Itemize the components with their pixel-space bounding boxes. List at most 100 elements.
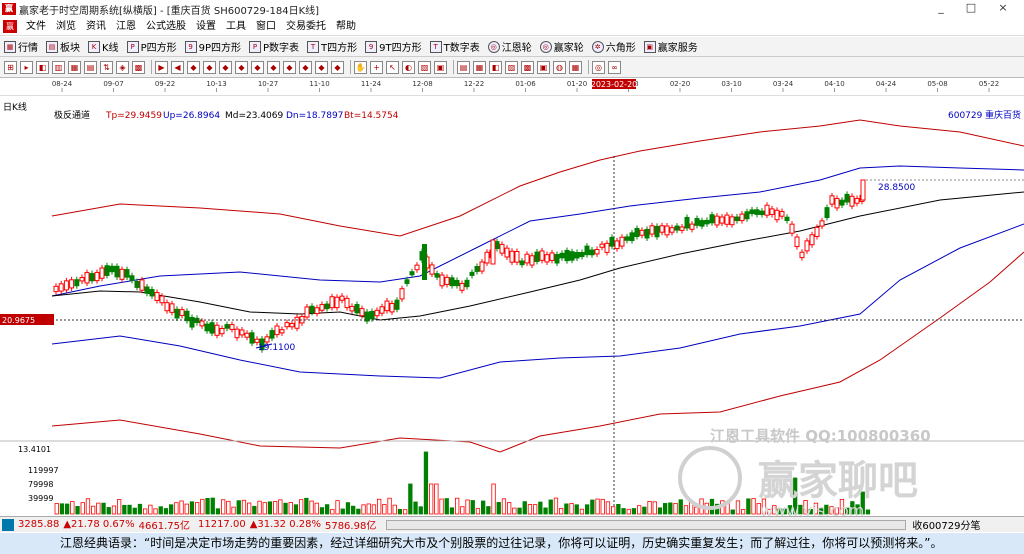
- candle-body: [674, 225, 680, 231]
- volume-bar: [361, 504, 366, 515]
- draw-tool-37-button[interactable]: ∞: [608, 60, 621, 74]
- status-message: 收600729分笔: [912, 521, 981, 532]
- volume-bar: [80, 502, 85, 515]
- draw-tool-28-button[interactable]: ▤: [457, 60, 470, 74]
- candle-body: [274, 325, 280, 336]
- draw-tool-29-button[interactable]: ▦: [473, 60, 486, 74]
- draw-tool-32-button[interactable]: ▩: [521, 60, 534, 74]
- draw-tool-31-button[interactable]: ▨: [505, 60, 518, 74]
- draw-tool-36-button[interactable]: ◎: [592, 60, 605, 74]
- chart-group: 日K线极反通道 Tp=29.9459 Up=26.8964 Md=23.4069 Dn=…: [0, 101, 1024, 520]
- draw-tool-20-button[interactable]: ◆: [315, 60, 328, 74]
- menu-file[interactable]: 文件: [21, 18, 51, 36]
- draw-tool-16-button[interactable]: ◆: [251, 60, 264, 74]
- t-square-button[interactable]: T T四方形: [307, 39, 357, 54]
- p-number-table-button[interactable]: P P数字表: [249, 39, 299, 54]
- volume-bar: [475, 508, 481, 515]
- menu-info[interactable]: 资讯: [81, 18, 111, 36]
- draw-tool-35-button[interactable]: ▦: [569, 60, 582, 74]
- winner-wheel-button[interactable]: ◎ 赢家轮: [539, 39, 584, 54]
- t-table-icon: T: [429, 40, 442, 53]
- draw-tool-9-button[interactable]: ▩: [132, 60, 145, 74]
- minimize-button[interactable]: _: [926, 0, 956, 18]
- chart-canvas[interactable]: 日K线极反通道 Tp=29.9459 Up=26.8964 Md=23.4069 Dn=…: [0, 96, 1024, 520]
- quote-button[interactable]: ▦ 行情: [4, 39, 38, 54]
- menu-settings[interactable]: 设置: [191, 18, 221, 36]
- draw-tool-8-button[interactable]: ◈: [116, 60, 129, 74]
- status-scrollbar[interactable]: [386, 519, 907, 530]
- menu-window[interactable]: 窗口: [251, 18, 281, 36]
- indicator-value: Up=26.8964: [163, 111, 220, 121]
- volume-bar: [491, 483, 496, 515]
- draw-tool-27-button[interactable]: ▣: [434, 60, 447, 74]
- winner-wheel-label: 赢家轮: [553, 43, 584, 54]
- gann-wheel-button[interactable]: ◎ 江恩轮: [487, 39, 532, 54]
- winner-wheel-icon: ◎: [539, 40, 552, 53]
- candle-body: [764, 204, 770, 216]
- t-number-table-label: T数字表: [443, 43, 480, 54]
- menu-tools[interactable]: 工具: [221, 18, 251, 36]
- draw-tool-11-button[interactable]: ◀: [171, 60, 184, 74]
- volume-bar: [387, 497, 392, 515]
- volume-bar: [127, 504, 132, 515]
- draw-tool-2-button[interactable]: ▸: [20, 60, 33, 74]
- 9t-square-button[interactable]: 9 9T四方形: [365, 39, 422, 54]
- draw-tool-12-button[interactable]: ◆: [187, 60, 200, 74]
- candle-body: [519, 260, 525, 266]
- candle-body: [359, 308, 365, 317]
- 9p-square-button[interactable]: 9 9P四方形: [184, 39, 241, 54]
- draw-tool-22-button[interactable]: ✋: [354, 60, 367, 74]
- close-button[interactable]: ×: [988, 0, 1018, 18]
- winner-service-button[interactable]: ▣ 赢家服务: [643, 39, 698, 54]
- draw-tool-13-button[interactable]: ◆: [203, 60, 216, 74]
- candle-body: [834, 198, 840, 209]
- draw-tool-7-button[interactable]: ⇅: [100, 60, 113, 74]
- draw-tool-26-button[interactable]: ▧: [418, 60, 431, 74]
- draw-tool-33-button[interactable]: ▣: [537, 60, 550, 74]
- date-tick-label: 11-10: [309, 80, 329, 88]
- volume-bar: [122, 504, 127, 515]
- candle-body: [354, 304, 360, 314]
- volume-bar: [189, 501, 195, 515]
- draw-tool-5-button[interactable]: ▦: [68, 60, 81, 74]
- draw-tool-14-button[interactable]: ◆: [219, 60, 232, 74]
- draw-tool-6-button[interactable]: ▤: [84, 60, 97, 74]
- draw-tool-10-button[interactable]: ▶: [155, 60, 168, 74]
- kline-chart[interactable]: 日K线 极反通道 Tp=29.9459 Up=26.8964 Md=23.4069 Dn=…: [0, 96, 1024, 520]
- volume-bar: [631, 508, 637, 515]
- status-grid-icon[interactable]: [2, 518, 14, 531]
- volume-bar: [444, 498, 449, 515]
- volume-bar: [506, 502, 512, 515]
- draw-tool-19-button[interactable]: ◆: [299, 60, 312, 74]
- p-square-button[interactable]: P P四方形: [126, 39, 177, 54]
- draw-tool-18-button[interactable]: ◆: [283, 60, 296, 74]
- kline-button[interactable]: K K线: [88, 39, 119, 54]
- t-number-table-button[interactable]: T T数字表: [429, 39, 480, 54]
- sector-button[interactable]: ▤ 板块: [46, 39, 80, 54]
- menu-trade[interactable]: 交易委托: [281, 18, 331, 36]
- candle-body: [249, 332, 255, 344]
- draw-tool-3-button[interactable]: ◧: [36, 60, 49, 74]
- candle-body: [494, 241, 500, 250]
- draw-tool-21-button[interactable]: ◆: [331, 60, 344, 74]
- menu-help[interactable]: 帮助: [331, 18, 361, 36]
- volume-bar: [470, 500, 475, 515]
- volume-bar: [376, 498, 382, 515]
- draw-tool-25-button[interactable]: ◐: [402, 60, 415, 74]
- menu-browse[interactable]: 浏览: [51, 18, 81, 36]
- maximize-button[interactable]: □: [956, 0, 986, 18]
- draw-tool-30-button[interactable]: ◧: [489, 60, 502, 74]
- date-tick-label: 02-20: [670, 80, 690, 88]
- volume-axis-label: 39999: [28, 494, 53, 503]
- draw-tool-34-button[interactable]: ◍: [553, 60, 566, 74]
- draw-tool-17-button[interactable]: ◆: [267, 60, 280, 74]
- draw-tool-4-button[interactable]: ▥: [52, 60, 65, 74]
- menu-gann[interactable]: 江恩: [111, 18, 141, 36]
- draw-tool-15-button[interactable]: ◆: [235, 60, 248, 74]
- menu-formula[interactable]: 公式选股: [141, 18, 191, 36]
- draw-tool-1-button[interactable]: ⊞: [4, 60, 17, 74]
- draw-tool-24-button[interactable]: ↖: [386, 60, 399, 74]
- volume-bar: [215, 508, 221, 515]
- hexagon-button[interactable]: ✲ 六角形: [591, 39, 636, 54]
- draw-tool-23-button[interactable]: +: [370, 60, 383, 74]
